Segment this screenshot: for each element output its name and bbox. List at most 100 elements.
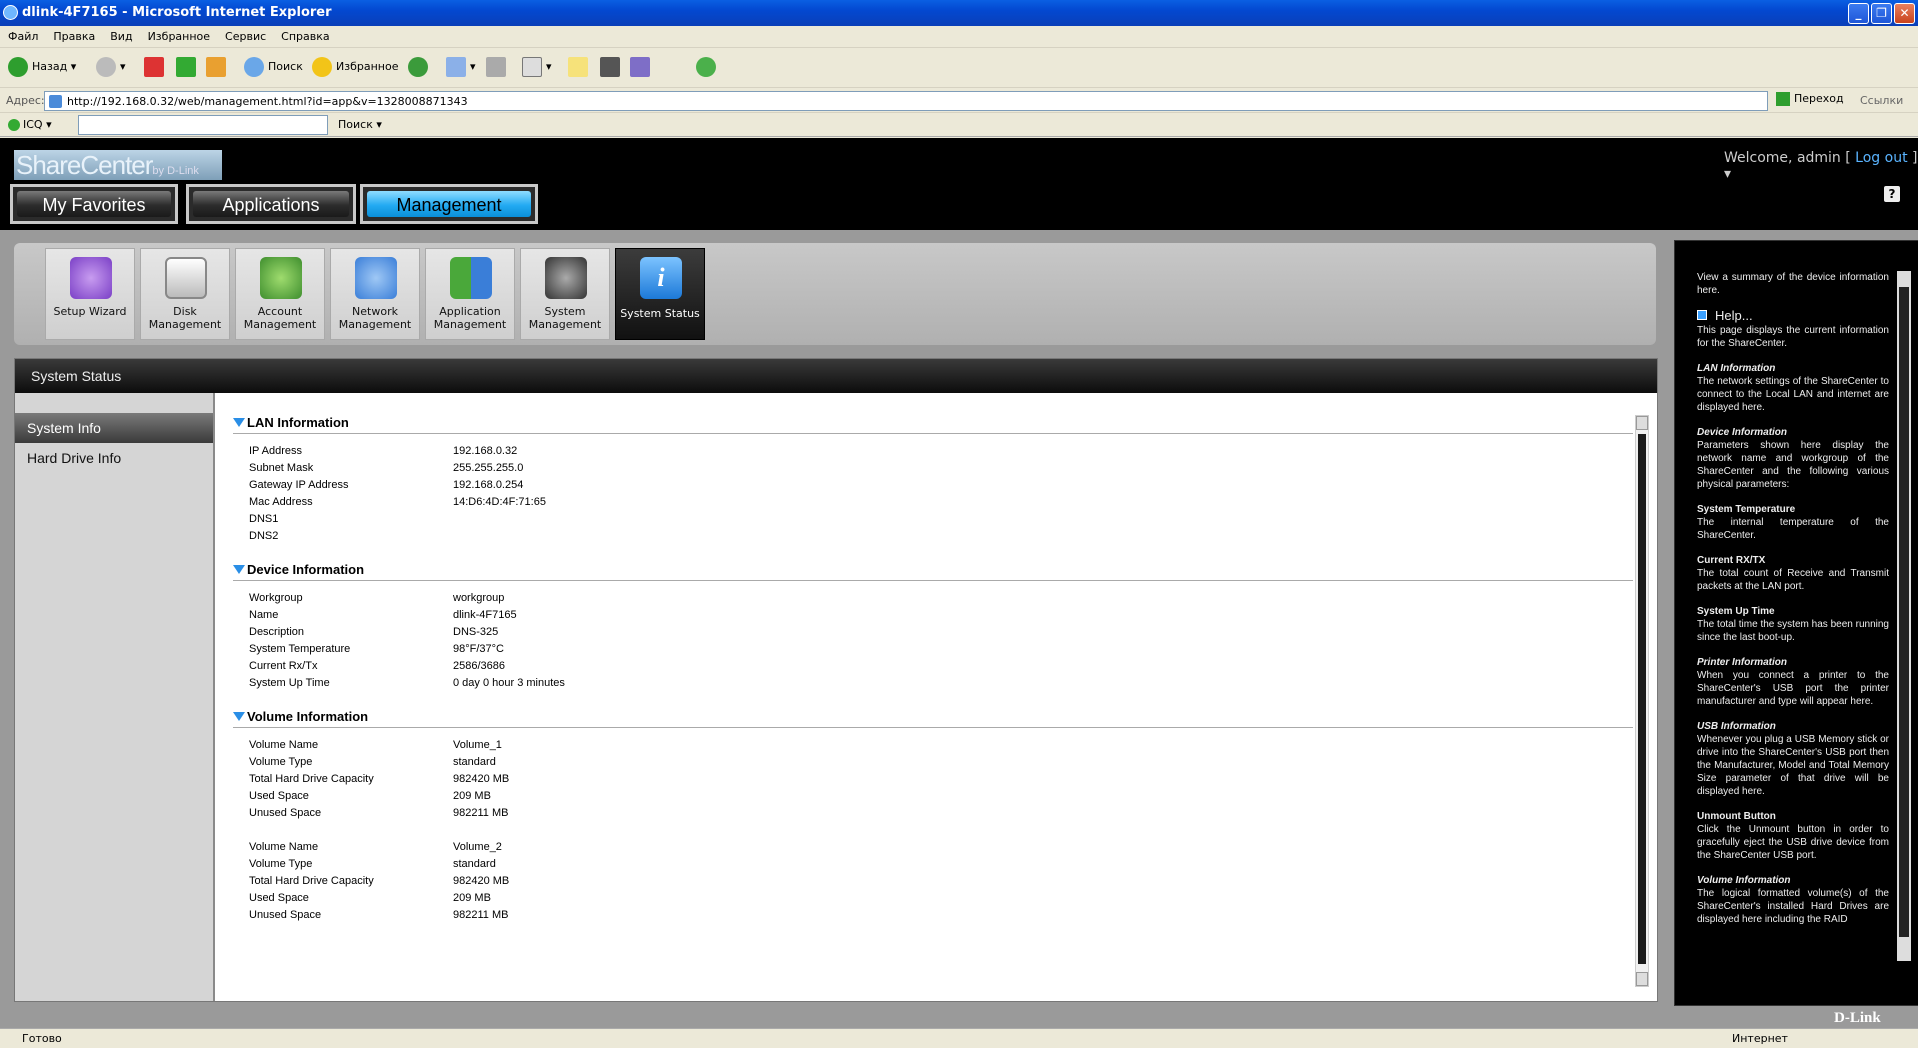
info-row: Used Space 209 MB xyxy=(249,892,491,904)
search-icon xyxy=(244,57,264,77)
star-icon xyxy=(312,57,332,77)
info-row: Volume Type standard xyxy=(249,756,496,768)
status-bar: Готово Интернет xyxy=(0,1028,1918,1048)
menu-bar: Файл Правка Вид Избранное Сервис Справка xyxy=(0,26,1918,48)
tab-my-favorites[interactable]: My Favorites xyxy=(10,184,178,224)
info-row: Description DNS-325 xyxy=(249,626,499,638)
forward-arrow-icon xyxy=(96,57,116,77)
system-info-content: LAN Information IP Address 192.168.0.32 S… xyxy=(233,393,1635,993)
refresh-icon xyxy=(176,57,196,77)
k-button[interactable] xyxy=(600,56,624,80)
info-row: Volume Name Volume_2 xyxy=(249,841,502,853)
research-icon xyxy=(630,57,650,77)
history-button[interactable] xyxy=(408,56,432,80)
info-row: Gateway IP Address 192.168.0.254 xyxy=(249,479,524,491)
wizard-icon xyxy=(70,257,112,299)
messenger-icon xyxy=(696,57,716,77)
help-panel: View a summary of the device information… xyxy=(1674,240,1918,1006)
maximize-button[interactable]: ❐ xyxy=(1871,3,1892,24)
search-button[interactable]: Поиск xyxy=(244,56,303,80)
back-button[interactable]: Назад ▾ xyxy=(8,56,76,80)
application-icon xyxy=(450,257,492,299)
setup-wizard-button[interactable]: Setup Wizard xyxy=(45,248,135,340)
address-input[interactable]: http://192.168.0.32/web/management.html?… xyxy=(44,91,1768,111)
minimize-button[interactable]: _ xyxy=(1848,3,1869,24)
window-titlebar: dlink-4F7165 - Microsoft Internet Explor… xyxy=(0,0,1918,26)
address-bar: Адрес: http://192.168.0.32/web/managemen… xyxy=(0,89,1918,113)
info-row: Volume Type standard xyxy=(249,858,496,870)
sharecenter-app: ShareCenterby D-Link My Favorites Applic… xyxy=(0,138,1918,1028)
info-row: Total Hard Drive Capacity 982420 MB xyxy=(249,875,510,887)
menu-edit[interactable]: Правка xyxy=(45,26,102,43)
icq-search-input[interactable] xyxy=(78,115,328,135)
icq-button[interactable]: ICQ ▾ xyxy=(8,118,52,131)
help-question-icon[interactable]: ? xyxy=(1884,186,1900,202)
window-title: dlink-4F7165 - Microsoft Internet Explor… xyxy=(22,5,332,20)
links-label[interactable]: Ссылки xyxy=(1860,94,1903,107)
logout-link[interactable]: Log out xyxy=(1855,150,1907,166)
sharecenter-logo: ShareCenterby D-Link xyxy=(14,150,222,180)
back-arrow-icon xyxy=(8,57,28,77)
tab-management[interactable]: Management xyxy=(360,184,538,224)
info-row: Volume Name Volume_1 xyxy=(249,739,502,751)
refresh-button[interactable] xyxy=(176,56,200,80)
help-scroll-thumb[interactable] xyxy=(1899,287,1909,937)
management-icon-strip: Setup Wizard Disk Management Account Man… xyxy=(14,243,1656,345)
research-button[interactable] xyxy=(630,56,654,80)
go-button[interactable]: Переход xyxy=(1776,92,1844,106)
scroll-up-arrow[interactable] xyxy=(1636,416,1648,430)
content-scrollbar[interactable] xyxy=(1635,415,1649,987)
menu-tools[interactable]: Сервис xyxy=(217,26,273,43)
edit-icon xyxy=(522,57,542,77)
volume-section-header[interactable]: Volume Information xyxy=(233,709,1633,728)
icq-toolbar: ICQ ▾ Поиск ▾ xyxy=(0,113,1918,137)
device-section-header[interactable]: Device Information xyxy=(233,562,1633,581)
system-status-button[interactable]: i System Status xyxy=(615,248,705,340)
info-row: Subnet Mask 255.255.255.0 xyxy=(249,462,524,474)
print-button[interactable] xyxy=(486,56,510,80)
ie-icon xyxy=(3,5,18,20)
lan-section-header[interactable]: LAN Information xyxy=(233,415,1633,434)
application-management-button[interactable]: Application Management xyxy=(425,248,515,340)
mail-button[interactable]: ▾ xyxy=(446,56,476,80)
info-row: System Temperature 98°F/37°C xyxy=(249,643,504,655)
messenger-button[interactable] xyxy=(696,56,720,80)
help-scrollbar[interactable] xyxy=(1897,271,1911,961)
close-button[interactable]: ✕ xyxy=(1894,3,1915,24)
menu-file[interactable]: Файл xyxy=(0,26,45,43)
history-icon xyxy=(408,57,428,77)
scroll-thumb[interactable] xyxy=(1638,434,1646,964)
notes-button[interactable] xyxy=(568,56,592,80)
system-management-button[interactable]: System Management xyxy=(520,248,610,340)
tab-applications[interactable]: Applications xyxy=(186,184,356,224)
help-text: View a summary of the device information… xyxy=(1697,272,1889,925)
edit-button[interactable]: ▾ xyxy=(522,56,552,80)
info-row: Used Space 209 MB xyxy=(249,790,491,802)
disk-management-button[interactable]: Disk Management xyxy=(140,248,230,340)
stop-button[interactable] xyxy=(144,56,168,80)
forward-button[interactable]: ▾ xyxy=(96,56,126,80)
system-status-panel: System Status System Info Hard Drive Inf… xyxy=(14,358,1658,1002)
menu-view[interactable]: Вид xyxy=(102,26,139,43)
sidebar-item-hard-drive-info[interactable]: Hard Drive Info xyxy=(15,443,213,473)
favorites-button[interactable]: Избранное xyxy=(312,56,398,80)
home-button[interactable] xyxy=(206,56,230,80)
disk-icon xyxy=(165,257,207,299)
icq-flower-icon xyxy=(8,119,20,131)
icq-search-button[interactable]: Поиск ▾ xyxy=(338,118,382,131)
sidebar-item-system-info[interactable]: System Info xyxy=(15,413,213,443)
menu-help[interactable]: Справка xyxy=(273,26,336,43)
info-row: Workgroup workgroup xyxy=(249,592,505,604)
scroll-down-arrow[interactable] xyxy=(1636,972,1648,986)
info-row: DNS1 xyxy=(249,513,279,525)
help-link[interactable]: Help... xyxy=(1697,309,1889,322)
dlink-logo: D-Link xyxy=(1834,1010,1881,1026)
menu-favorites[interactable]: Избранное xyxy=(140,26,217,43)
print-icon xyxy=(486,57,506,77)
network-management-button[interactable]: Network Management xyxy=(330,248,420,340)
mail-icon xyxy=(446,57,466,77)
home-icon xyxy=(206,57,226,77)
app-header: ShareCenterby D-Link My Favorites Applic… xyxy=(0,138,1918,230)
welcome-text: Welcome, admin [ Log out ] ▾ xyxy=(1724,150,1918,182)
account-management-button[interactable]: Account Management xyxy=(235,248,325,340)
